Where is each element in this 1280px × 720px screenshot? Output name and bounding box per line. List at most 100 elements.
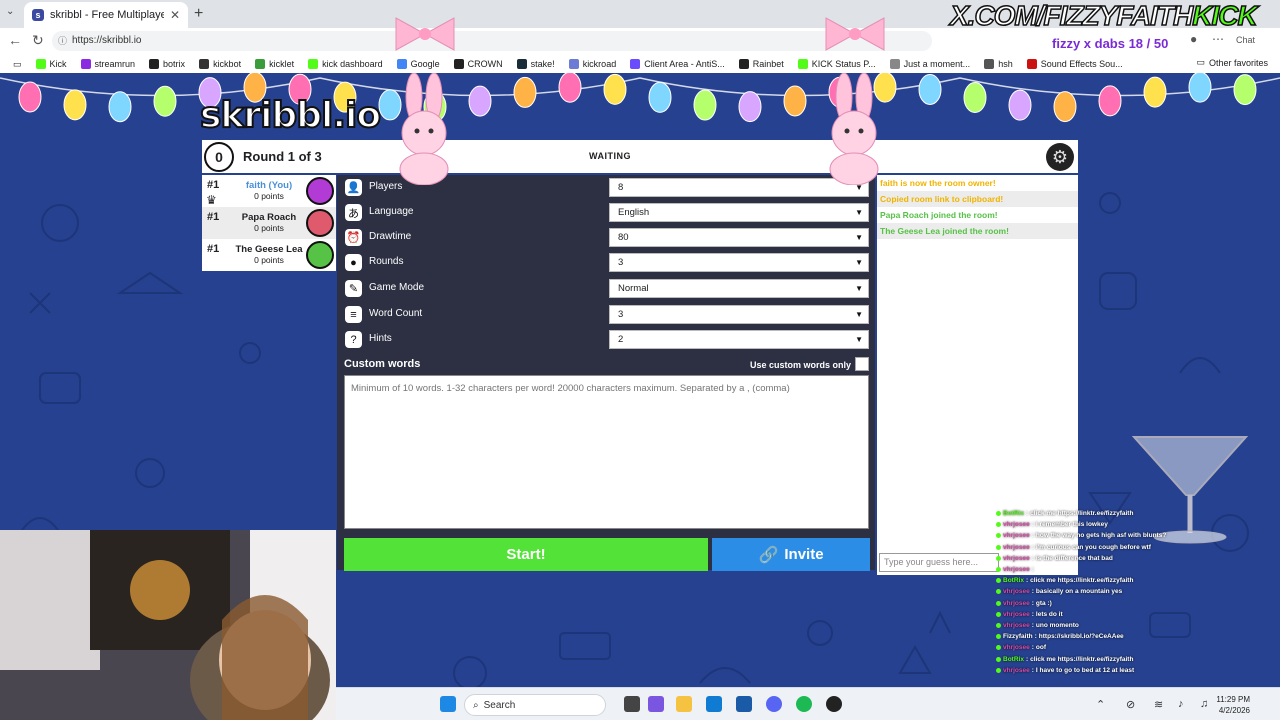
- bookmark-favicon-icon: [308, 59, 319, 69]
- hints-select[interactable]: 2 ▼: [609, 330, 869, 349]
- start-button[interactable]: Start!: [344, 538, 708, 571]
- stream-chat-line: BotRix: click me https://linktr.ee/fizzyf…: [996, 575, 1280, 586]
- speaker-icon[interactable]: ♫: [1200, 698, 1208, 710]
- bookmark-item[interactable]: Just a moment...: [883, 59, 978, 69]
- bookmark-item[interactable]: hsh: [977, 59, 1020, 69]
- gamemode-select[interactable]: Normal ▼: [609, 279, 869, 298]
- bookmark-item[interactable]: botrix: [142, 59, 192, 69]
- microphone-icon[interactable]: ♪: [1178, 698, 1184, 710]
- obs-icon[interactable]: [826, 696, 842, 712]
- bookmark-item[interactable]: Sound Effects Sou...: [1020, 59, 1130, 69]
- player-row[interactable]: #1 The Geese Lea 0 points: [202, 239, 336, 271]
- select-value: 80: [618, 232, 629, 243]
- language-select[interactable]: English ▼: [609, 203, 869, 222]
- bookmark-item[interactable]: kick dashboard: [301, 59, 390, 69]
- easter-egg-icon: [108, 91, 132, 123]
- bookmarks-menu-icon[interactable]: ▭: [6, 59, 29, 70]
- taskbar-search[interactable]: ⌕ Search: [464, 694, 606, 716]
- copilot-chat-button[interactable]: Chat: [1236, 35, 1255, 45]
- custom-words-textarea[interactable]: [344, 375, 869, 529]
- player-row[interactable]: #1 ♛ faith (You) 0 points: [202, 175, 336, 207]
- bookmark-item[interactable]: KICK Status P...: [791, 59, 883, 69]
- invite-button[interactable]: 🔗 Invite: [712, 538, 870, 571]
- player-points: 0 points: [254, 223, 284, 233]
- stream-chat-separator: :: [1031, 644, 1034, 652]
- taskbar-clock[interactable]: 11:29 PM 4/2/2026: [1216, 694, 1250, 716]
- new-tab-plus-icon[interactable]: +: [194, 5, 203, 23]
- network-off-icon[interactable]: ⊘: [1126, 698, 1135, 711]
- other-favorites-button[interactable]: ▭ Other favorites: [1196, 57, 1268, 68]
- bookmark-item[interactable]: stake!: [510, 59, 562, 69]
- bookmark-item[interactable]: Rainbet: [732, 59, 791, 69]
- setting-label: Drawtime: [369, 231, 412, 242]
- stream-chat-message: how the way no gets high asf with blunts…: [1035, 532, 1167, 540]
- browser-tab-skribbl[interactable]: s skribbl - Free Multiplayer Drawing ✕: [24, 2, 188, 28]
- rounds-icon: ●: [345, 254, 362, 271]
- bookmark-favicon-icon: [149, 59, 160, 69]
- tab-close-icon[interactable]: ✕: [170, 8, 180, 22]
- task-view-icon[interactable]: [624, 696, 640, 712]
- round-label: Round 1 of 3: [243, 149, 322, 164]
- easter-egg-icon: [918, 73, 942, 105]
- easter-egg-icon: [513, 76, 537, 108]
- player-icon: 👤: [345, 179, 362, 196]
- file-explorer-icon[interactable]: [676, 696, 692, 712]
- bookmark-item[interactable]: streamrun: [74, 59, 143, 69]
- settings-gear-icon[interactable]: ⚙: [1046, 143, 1074, 171]
- bookmark-item[interactable]: CROWN: [447, 59, 510, 69]
- site-info-icon[interactable]: ⓘ: [58, 31, 67, 51]
- lobby-settings-panel: 👤 Players 8 ▼ あ Language English ▼ ⏰ Drawt…: [337, 175, 875, 571]
- hints-icon: ?: [345, 331, 362, 348]
- stream-chat-user: vhrjosee: [1003, 543, 1030, 551]
- tab-list-chevron-icon[interactable]: ⌄: [6, 6, 14, 17]
- profile-icon[interactable]: ●: [1190, 32, 1197, 46]
- windows-start-icon[interactable]: [440, 696, 456, 712]
- tray-chevron-icon[interactable]: ⌃: [1096, 698, 1105, 711]
- bookmark-item[interactable]: Google: [390, 59, 447, 69]
- select-value: Normal: [618, 283, 649, 294]
- player-avatar: [306, 241, 334, 269]
- bookmark-label: Kick: [49, 59, 67, 69]
- bookmark-label: kickroad: [582, 59, 617, 69]
- stream-chat-separator: :: [1031, 599, 1034, 607]
- setting-label: Game Mode: [369, 282, 425, 293]
- back-arrow-icon[interactable]: ←: [8, 32, 22, 48]
- stream-chat-line: vhrjosee: i remember this lowkey: [996, 519, 1280, 530]
- setting-label: Language: [369, 206, 414, 217]
- drawtime-select[interactable]: 80 ▼: [609, 228, 869, 247]
- player-info: Papa Roach 0 points: [228, 212, 310, 233]
- chevron-down-icon: ▼: [855, 335, 863, 344]
- chat-badge-icon: [996, 511, 1001, 517]
- url-field[interactable]: ⓘ https://skribbl.io: [52, 31, 932, 51]
- bookmark-item[interactable]: Kick: [29, 59, 74, 69]
- setting-row-hints: ? Hints 2 ▼: [337, 327, 875, 352]
- reload-icon[interactable]: ↻: [32, 32, 44, 49]
- bookmark-item[interactable]: kicklet: [248, 59, 301, 69]
- stream-chat-separator: :: [1025, 510, 1029, 518]
- wifi-icon[interactable]: ≋: [1154, 698, 1163, 711]
- setting-label: Rounds: [369, 256, 404, 267]
- bookmark-item[interactable]: kickroad: [562, 59, 624, 69]
- chat-badge-icon: [996, 567, 1001, 573]
- windows-taskbar: ⌕ Search ⌃ ⊘ ≋ ♪ ♫ 11:29 PM 4/2/2026: [336, 687, 1280, 720]
- guess-input[interactable]: Type your guess here...: [879, 553, 999, 572]
- player-row[interactable]: #1 Papa Roach 0 points: [202, 207, 336, 239]
- stream-chat-line: vhrjosee: gta :): [996, 598, 1280, 609]
- stream-chat-message: lets do it: [1035, 610, 1063, 618]
- store-icon[interactable]: [736, 696, 752, 712]
- easter-egg-icon: [468, 85, 492, 117]
- setting-label: Hints: [369, 333, 392, 344]
- easter-egg-icon: [1098, 85, 1122, 117]
- spotify-icon[interactable]: [796, 696, 812, 712]
- edge-browser-icon[interactable]: [706, 696, 722, 712]
- rounds-select[interactable]: 3 ▼: [609, 253, 869, 272]
- discord-icon[interactable]: [766, 696, 782, 712]
- more-menu-icon[interactable]: ⋯: [1212, 32, 1224, 46]
- use-custom-words-checkbox[interactable]: [855, 357, 869, 371]
- copilot-icon[interactable]: [648, 696, 664, 712]
- stream-chat-separator: :: [1031, 532, 1034, 540]
- bookmark-favicon-icon: [630, 59, 641, 69]
- wordcount-select[interactable]: 3 ▼: [609, 305, 869, 324]
- bookmark-item[interactable]: kickbot: [192, 59, 248, 69]
- bookmark-item[interactable]: Client Area - AntiS...: [623, 59, 732, 69]
